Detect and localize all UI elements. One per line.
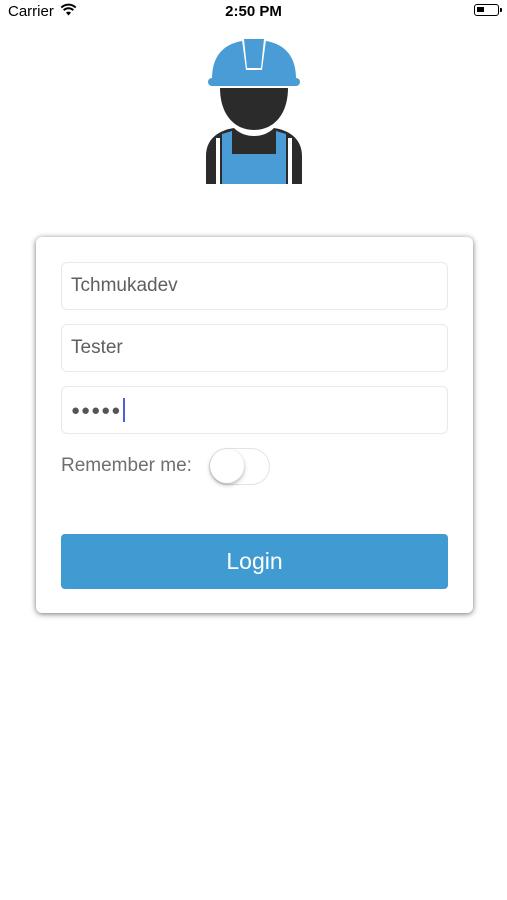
password-value: ●●●●● — [71, 401, 122, 419]
toggle-knob — [210, 449, 244, 483]
password-field[interactable]: ●●●●● — [61, 386, 448, 434]
text-cursor — [123, 398, 126, 422]
status-time: 2:50 PM — [225, 3, 282, 20]
username-field[interactable]: Tchmukadev — [61, 262, 448, 310]
status-right — [474, 4, 502, 16]
login-button[interactable]: Login — [61, 534, 448, 589]
login-card: Tchmukadev Tester ●●●●● Remember me: Log… — [36, 237, 473, 613]
login-screen: Carrier 2:50 PM Tchmukadev Tester ●●●●● … — [0, 0, 507, 900]
server-value: Tester — [71, 337, 123, 358]
construction-worker-icon — [204, 38, 304, 184]
remember-me-label: Remember me: — [61, 455, 192, 476]
server-field[interactable]: Tester — [61, 324, 448, 372]
battery-icon — [474, 4, 502, 16]
remember-me-toggle[interactable] — [209, 448, 270, 485]
username-value: Tchmukadev — [71, 275, 178, 296]
status-bar: Carrier 2:50 PM — [0, 0, 507, 24]
